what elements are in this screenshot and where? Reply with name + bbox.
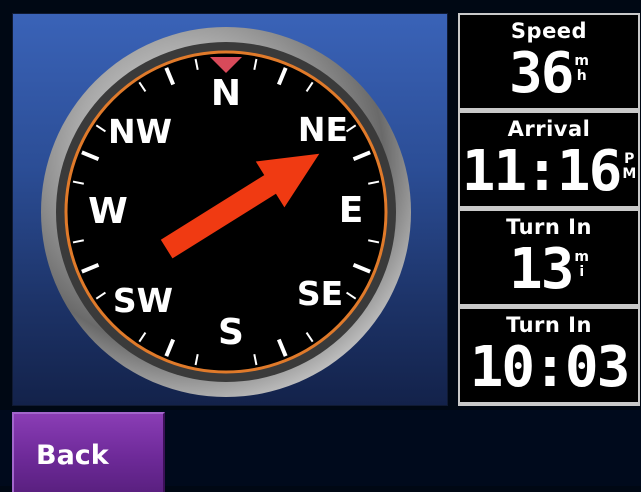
arrival-value: 11:16 <box>461 139 623 204</box>
speed-value-row: 36 m h <box>460 46 638 102</box>
turn-distance-value: 13 <box>508 237 574 302</box>
speed-unit: mh <box>574 54 589 84</box>
compass: N NE E SE S SW W NW <box>41 27 411 397</box>
back-button[interactable]: Back <box>12 412 165 492</box>
arrival-label: Arrival <box>507 117 591 141</box>
compass-panel: N NE E SE S SW W NW <box>12 13 448 406</box>
compass-label-s: S <box>218 312 244 353</box>
compass-label-se: SE <box>297 274 343 313</box>
turn-time-label: Turn In <box>506 313 592 337</box>
arrival-value-row: 11:16 P M <box>460 144 638 200</box>
arrival-unit-top: P <box>624 151 635 167</box>
speed-value: 36 <box>508 41 574 106</box>
turn-distance-value-row: 13 m i <box>460 242 638 298</box>
turn-time-field[interactable]: Turn In 10:03 <box>460 309 638 402</box>
compass-label-w: W <box>88 191 128 232</box>
compass-label-n: N <box>211 73 241 114</box>
trip-data-column: Speed 36 m h Arrival 11:16 P M Turn In 13 m i … <box>458 13 640 406</box>
turn-time-value: 10:03 <box>469 335 631 400</box>
compass-label-ne: NE <box>298 110 348 149</box>
speed-unit-top: m <box>574 53 590 69</box>
turn-time-value-row: 10:03 <box>460 340 638 396</box>
bottom-bar: Back <box>0 410 641 492</box>
compass-label-e: E <box>339 190 364 231</box>
speed-label: Speed <box>510 19 588 43</box>
arrival-unit: PM <box>622 152 636 182</box>
turn-distance-field[interactable]: Turn In 13 m i <box>460 211 638 304</box>
turn-distance-unit-bottom: i <box>579 264 585 280</box>
arrival-unit-bottom: M <box>622 166 637 182</box>
turn-distance-label: Turn In <box>506 215 592 239</box>
compass-label-nw: NW <box>108 112 172 151</box>
arrival-field[interactable]: Arrival 11:16 P M <box>460 113 638 206</box>
turn-distance-unit-top: m <box>574 249 590 265</box>
speed-field[interactable]: Speed 36 m h <box>460 15 638 108</box>
compass-label-sw: SW <box>113 281 173 320</box>
turn-distance-unit: mi <box>574 250 589 280</box>
speed-unit-bottom: h <box>576 68 587 84</box>
